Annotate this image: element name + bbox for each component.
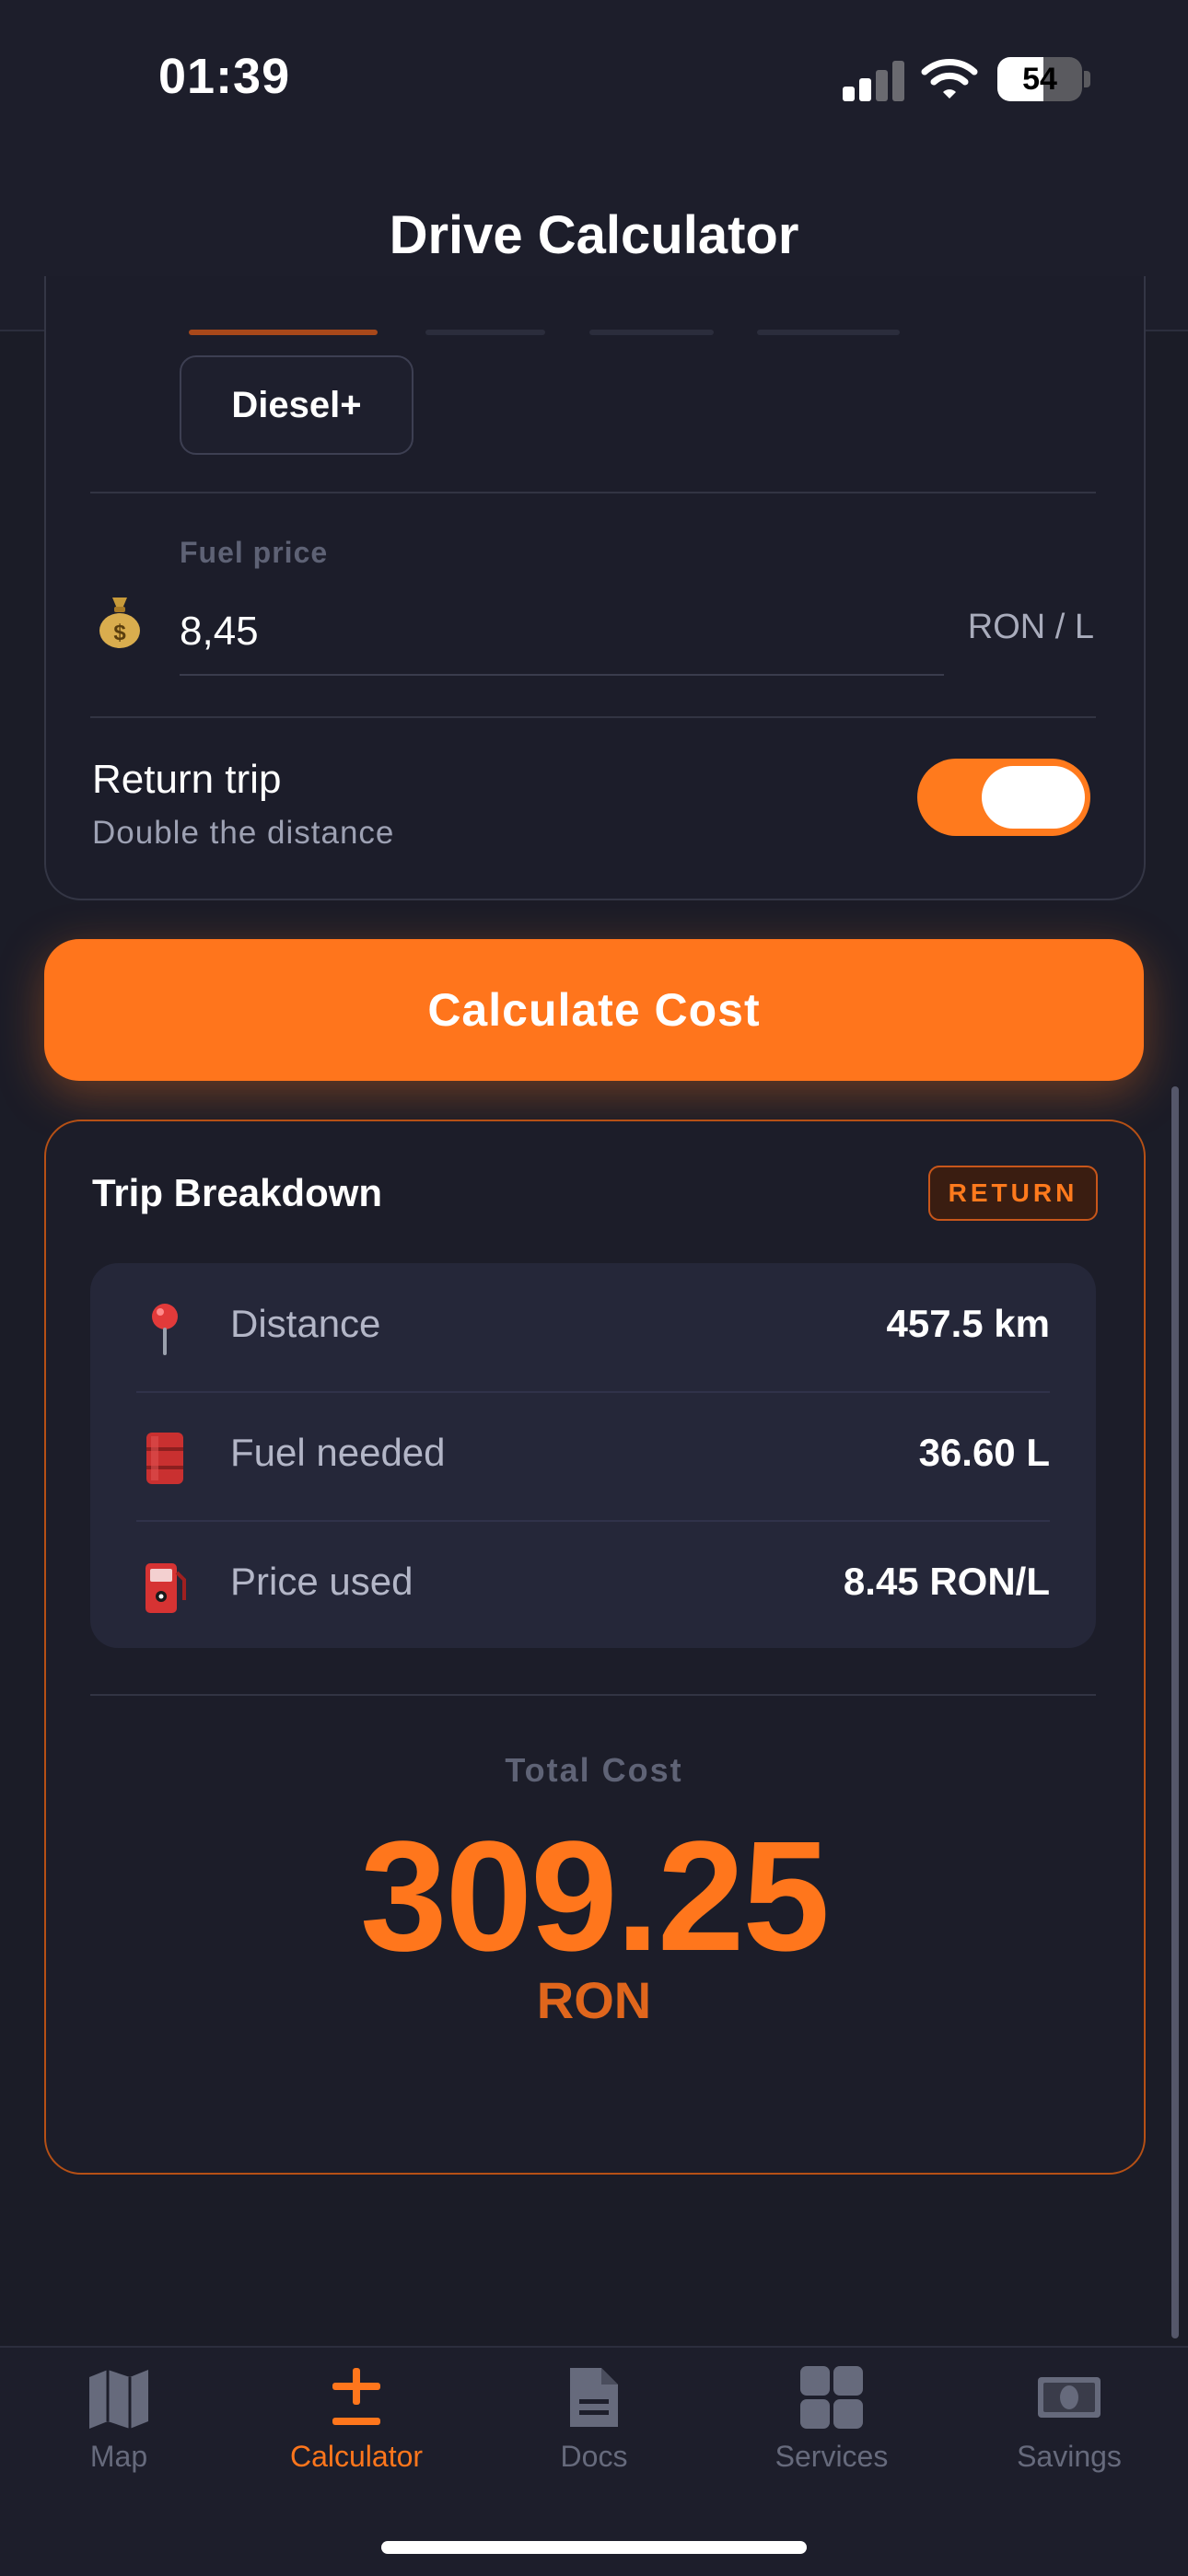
row-value: 36.60 L bbox=[918, 1431, 1050, 1474]
toggle-knob bbox=[982, 766, 1085, 829]
home-indicator[interactable] bbox=[381, 2541, 807, 2554]
tab-calculator[interactable]: Calculator bbox=[238, 2364, 475, 2475]
battery-icon: 54 bbox=[997, 57, 1082, 101]
fuel-type-chip-underline bbox=[425, 330, 545, 335]
breakdown-row-price: Price used 8.45 RON/L bbox=[90, 1521, 1096, 1643]
plus-minus-icon bbox=[332, 2368, 380, 2425]
tab-label: Savings bbox=[1017, 2440, 1122, 2473]
total-cost-value: 309.25 bbox=[360, 1809, 830, 1984]
tab-label: Docs bbox=[560, 2440, 628, 2473]
scrollbar[interactable] bbox=[1171, 1086, 1179, 2338]
tab-services[interactable]: Services bbox=[713, 2364, 950, 2475]
divider bbox=[90, 1694, 1096, 1696]
tab-label: Services bbox=[775, 2440, 889, 2473]
row-value: 457.5 km bbox=[886, 1302, 1050, 1345]
breakdown-title: Trip Breakdown bbox=[92, 1171, 383, 1214]
page-title: Drive Calculator bbox=[389, 205, 799, 265]
breakdown-row-distance: Distance 457.5 km bbox=[90, 1263, 1096, 1386]
grid-icon bbox=[800, 2366, 863, 2429]
tab-label: Map bbox=[89, 2440, 148, 2473]
tab-savings[interactable]: Savings bbox=[950, 2364, 1188, 2475]
fuel-price-unit: RON / L bbox=[967, 608, 1094, 646]
return-trip-subtitle: Double the distance bbox=[92, 815, 395, 851]
breakdown-rows: Distance 457.5 km Fuel needed 36.60 L Pr… bbox=[90, 1263, 1096, 1648]
fuel-pump-icon bbox=[146, 1563, 186, 1613]
divider bbox=[90, 716, 1096, 718]
tab-map[interactable]: Map bbox=[0, 2364, 238, 2475]
cellular-signal-icon bbox=[843, 61, 905, 101]
fuel-type-selected-indicator bbox=[189, 330, 378, 335]
divider bbox=[90, 492, 1096, 493]
fuel-type-chip-underline bbox=[757, 330, 900, 335]
tab-label: Calculator bbox=[289, 2440, 424, 2473]
pin-icon bbox=[152, 1304, 178, 1355]
fuel-price-label: Fuel price bbox=[180, 536, 329, 569]
map-icon bbox=[89, 2370, 148, 2429]
status-time: 01:39 bbox=[158, 49, 291, 104]
fuel-chip-diesel-plus[interactable]: Diesel+ bbox=[180, 355, 413, 455]
wifi-icon bbox=[921, 59, 978, 99]
banknote-icon bbox=[1038, 2377, 1101, 2418]
return-trip-toggle[interactable] bbox=[917, 759, 1090, 836]
total-cost-label: Total Cost bbox=[505, 1751, 683, 1789]
return-trip-title: Return trip bbox=[92, 757, 282, 802]
battery-cap bbox=[1084, 71, 1090, 87]
total-cost-currency: RON bbox=[536, 1971, 652, 2029]
row-label: Fuel needed bbox=[230, 1431, 446, 1474]
battery-level: 54 bbox=[1022, 62, 1057, 97]
fuel-price-input[interactable] bbox=[180, 589, 944, 676]
row-label: Price used bbox=[230, 1560, 413, 1603]
breakdown-row-fuel: Fuel needed 36.60 L bbox=[90, 1392, 1096, 1514]
oil-drum-icon bbox=[146, 1433, 183, 1484]
tab-docs[interactable]: Docs bbox=[475, 2364, 713, 2475]
calculate-cost-button[interactable]: Calculate Cost bbox=[44, 939, 1144, 1081]
row-label: Distance bbox=[230, 1302, 381, 1345]
document-icon bbox=[570, 2368, 618, 2427]
row-value: 8.45 RON/L bbox=[843, 1560, 1050, 1603]
return-badge: RETURN bbox=[928, 1166, 1098, 1221]
money-bag-icon: $ bbox=[99, 598, 140, 648]
svg-text:$: $ bbox=[113, 621, 126, 645]
fuel-type-chip-underline bbox=[589, 330, 714, 335]
